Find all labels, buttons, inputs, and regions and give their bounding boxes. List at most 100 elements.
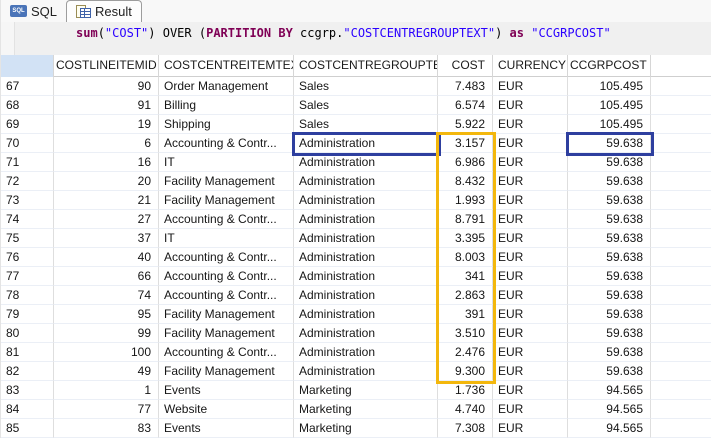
cell-cost[interactable]: 3.157 [438,134,493,153]
cell-currency[interactable]: EUR [493,343,568,362]
cell-costcentregrouptext[interactable]: Marketing [294,381,438,400]
cell-currency[interactable]: EUR [493,362,568,381]
cell-costcentregrouptext[interactable]: Administration [294,324,438,343]
cell-costcentregrouptext[interactable]: Administration [294,172,438,191]
cell-costcentregrouptext[interactable]: Administration [294,229,438,248]
cell-cost[interactable]: 1.993 [438,191,493,210]
cell-ccgrpcost[interactable]: 59.638 [568,267,651,286]
cell-costcentregrouptext[interactable]: Administration [294,134,438,153]
cell-costcentregrouptext[interactable]: Administration [294,210,438,229]
cell-costcentregrouptext[interactable]: Marketing [294,419,438,438]
cell-cost[interactable]: 341 [438,267,493,286]
cell-costlineitemid[interactable]: 20 [54,172,159,191]
cell-costcentreitemtext[interactable]: IT [159,229,294,248]
cell-costlineitemid[interactable]: 16 [54,153,159,172]
cell-currency[interactable]: EUR [493,134,568,153]
cell-cost[interactable]: 7.483 [438,77,493,96]
row-number-cell[interactable]: 83 [1,381,54,400]
cell-currency[interactable]: EUR [493,400,568,419]
cell-currency[interactable]: EUR [493,248,568,267]
cell-costcentregrouptext[interactable]: Administration [294,267,438,286]
cell-costcentreitemtext[interactable]: Accounting & Contr... [159,286,294,305]
cell-costcentreitemtext[interactable]: Shipping [159,115,294,134]
cell-costcentreitemtext[interactable]: Facility Management [159,305,294,324]
cell-costlineitemid[interactable]: 1 [54,381,159,400]
row-number-cell[interactable]: 76 [1,248,54,267]
cell-ccgrpcost[interactable]: 94.565 [568,400,651,419]
column-header-costcentreitemtext[interactable]: COSTCENTREITEMTEXT [159,55,294,77]
cell-costcentregrouptext[interactable]: Administration [294,153,438,172]
cell-ccgrpcost[interactable]: 105.495 [568,77,651,96]
cell-costcentreitemtext[interactable]: Facility Management [159,172,294,191]
cell-ccgrpcost[interactable]: 94.565 [568,419,651,438]
cell-cost[interactable]: 2.863 [438,286,493,305]
cell-costcentregrouptext[interactable]: Sales [294,115,438,134]
cell-costcentreitemtext[interactable]: Events [159,381,294,400]
cell-cost[interactable]: 9.300 [438,362,493,381]
cell-cost[interactable]: 6.986 [438,153,493,172]
cell-ccgrpcost[interactable]: 59.638 [568,229,651,248]
cell-currency[interactable]: EUR [493,267,568,286]
cell-currency[interactable]: EUR [493,381,568,400]
row-number-cell[interactable]: 73 [1,191,54,210]
cell-costcentreitemtext[interactable]: Accounting & Contr... [159,343,294,362]
row-number-cell[interactable]: 79 [1,305,54,324]
cell-currency[interactable]: EUR [493,305,568,324]
cell-ccgrpcost[interactable]: 105.495 [568,96,651,115]
cell-currency[interactable]: EUR [493,191,568,210]
cell-cost[interactable]: 7.308 [438,419,493,438]
cell-ccgrpcost[interactable]: 59.638 [568,191,651,210]
row-number-cell[interactable]: 77 [1,267,54,286]
cell-cost[interactable]: 8.432 [438,172,493,191]
cell-costcentreitemtext[interactable]: IT [159,153,294,172]
cell-costcentregrouptext[interactable]: Administration [294,305,438,324]
column-header-filler[interactable] [651,55,711,77]
cell-costlineitemid[interactable]: 27 [54,210,159,229]
tab-result[interactable]: Result [66,0,142,22]
cell-cost[interactable]: 4.740 [438,400,493,419]
cell-cost[interactable]: 6.574 [438,96,493,115]
cell-cost[interactable]: 8.003 [438,248,493,267]
cell-costlineitemid[interactable]: 49 [54,362,159,381]
column-header-costcentregrouptext[interactable]: COSTCENTREGROUPTEXT [294,55,438,77]
cell-cost[interactable]: 391 [438,305,493,324]
cell-currency[interactable]: EUR [493,96,568,115]
column-header-currency[interactable]: CURRENCY [493,55,568,77]
cell-costcentreitemtext[interactable]: Order Management [159,77,294,96]
cell-ccgrpcost[interactable]: 59.638 [568,343,651,362]
cell-costcentreitemtext[interactable]: Accounting & Contr... [159,267,294,286]
row-number-cell[interactable]: 78 [1,286,54,305]
cell-costlineitemid[interactable]: 6 [54,134,159,153]
cell-currency[interactable]: EUR [493,286,568,305]
sql-editor-panel[interactable]: sum("COST") OVER (PARTITION BY ccgrp."CO… [1,22,711,55]
cell-cost[interactable]: 1.736 [438,381,493,400]
cell-costlineitemid[interactable]: 66 [54,267,159,286]
cell-cost[interactable]: 3.510 [438,324,493,343]
cell-cost[interactable]: 3.395 [438,229,493,248]
cell-costlineitemid[interactable]: 21 [54,191,159,210]
cell-costcentreitemtext[interactable]: Facility Management [159,362,294,381]
cell-costcentreitemtext[interactable]: Accounting & Contr... [159,210,294,229]
cell-costcentreitemtext[interactable]: Facility Management [159,324,294,343]
cell-ccgrpcost[interactable]: 94.565 [568,381,651,400]
cell-currency[interactable]: EUR [493,229,568,248]
cell-ccgrpcost[interactable]: 59.638 [568,172,651,191]
cell-ccgrpcost[interactable]: 105.495 [568,115,651,134]
column-header-ccgrpcost[interactable]: CCGRPCOST [568,55,651,77]
row-number-cell[interactable]: 72 [1,172,54,191]
row-number-cell[interactable]: 82 [1,362,54,381]
cell-ccgrpcost[interactable]: 59.638 [568,286,651,305]
row-number-cell[interactable]: 71 [1,153,54,172]
row-number-cell[interactable]: 81 [1,343,54,362]
row-number-cell[interactable]: 84 [1,400,54,419]
cell-costlineitemid[interactable]: 99 [54,324,159,343]
cell-currency[interactable]: EUR [493,153,568,172]
cell-costcentreitemtext[interactable]: Accounting & Contr... [159,248,294,267]
cell-costlineitemid[interactable]: 77 [54,400,159,419]
cell-costcentregrouptext[interactable]: Administration [294,248,438,267]
cell-costlineitemid[interactable]: 95 [54,305,159,324]
cell-ccgrpcost[interactable]: 59.638 [568,248,651,267]
cell-currency[interactable]: EUR [493,115,568,134]
cell-ccgrpcost[interactable]: 59.638 [568,305,651,324]
cell-currency[interactable]: EUR [493,172,568,191]
